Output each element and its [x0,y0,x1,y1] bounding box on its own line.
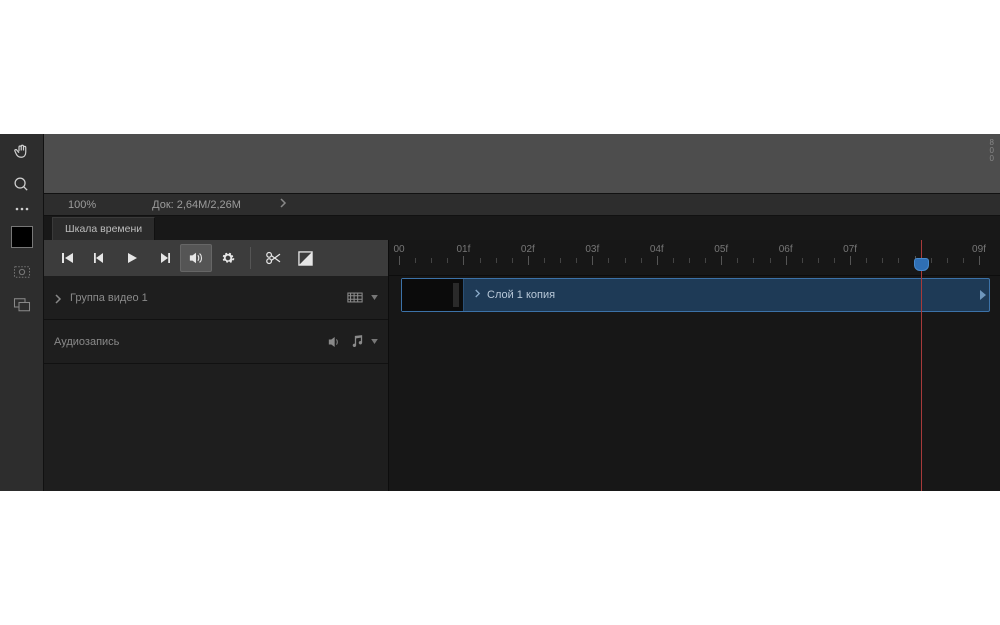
ruler-label: 07f [843,244,857,255]
app-shell: 8 0 0 100% Док: 2,64M/2,26M Шкала времен… [0,134,1000,491]
main-area: 8 0 0 100% Док: 2,64M/2,26M Шкала времен… [44,134,1000,491]
dropdown-chevron-icon[interactable] [371,295,378,300]
settings-button[interactable] [212,244,244,272]
tool-column [0,134,44,491]
ruler-label: 00 [393,244,404,255]
next-frame-button[interactable] [148,244,180,272]
tab-timeline[interactable]: Шкала времени [52,217,155,240]
clip-label: Слой 1 копия [487,289,555,301]
quickmask-icon[interactable] [10,260,34,284]
transition-button[interactable] [289,244,321,272]
foreground-color-swatch[interactable] [11,226,33,248]
play-button[interactable] [116,244,148,272]
ruler-label: 01f [456,244,470,255]
zoom-tool-icon[interactable] [10,172,34,196]
playhead-handle[interactable] [914,258,929,271]
timeline-track-list: Группа видео 1 Ау [44,240,389,491]
ruler-value: 8 0 0 [990,139,994,163]
ruler-label: 09f [972,244,986,255]
goto-start-button[interactable] [52,244,84,272]
timeline-tabs: Шкала времени [44,216,1000,240]
clip-thumbnail [402,279,464,311]
track-name: Группа видео 1 [70,292,148,304]
audio-track-row[interactable]: Аудиозапись [44,320,388,364]
clip-end-handle[interactable] [979,290,987,300]
doc-size: Док: 2,64M/2,26M [152,199,241,211]
chevron-right-icon[interactable] [279,198,287,211]
more-tool-icon[interactable] [10,204,34,214]
canvas-ruler: 8 0 0 [44,134,1000,193]
time-ruler[interactable]: 00 01f 02f 03f 04f 05f 06f 07f 09f [389,240,1000,276]
filmstrip-icon[interactable] [347,292,363,303]
screenmode-icon[interactable] [10,292,34,316]
playhead[interactable] [921,240,922,491]
zoom-level[interactable]: 100% [68,199,96,211]
clip-lane: Слой 1 копия [389,278,1000,318]
ruler-label: 02f [521,244,535,255]
chevron-right-icon[interactable] [54,294,62,302]
ruler-label: 03f [585,244,599,255]
split-clip-button[interactable] [257,244,289,272]
timeline-body: Группа видео 1 Ау [44,240,1000,491]
ruler-label: 05f [714,244,728,255]
chevron-right-icon[interactable] [474,289,481,301]
audio-mute-button[interactable] [180,244,212,272]
timeline-panel: Шкала времени [44,216,1000,491]
ruler-label: 06f [779,244,793,255]
ruler-label: 04f [650,244,664,255]
canvas-region: 8 0 0 [44,134,1000,194]
prev-frame-button[interactable] [84,244,116,272]
video-clip[interactable]: Слой 1 копия [401,278,990,312]
video-track-row[interactable]: Группа видео 1 [44,276,388,320]
timeline-tracks-area[interactable]: 00 01f 02f 03f 04f 05f 06f 07f 09f Слой 1 копия [389,240,1000,491]
divider [250,247,251,269]
transport-bar [44,240,388,276]
status-bar: 100% Док: 2,64M/2,26M [44,194,1000,216]
audio-track-label: Аудиозапись [54,336,119,348]
dropdown-chevron-icon[interactable] [371,339,378,344]
speaker-icon[interactable] [328,336,343,348]
music-note-icon[interactable] [351,335,363,348]
hand-tool-icon[interactable] [10,140,34,164]
